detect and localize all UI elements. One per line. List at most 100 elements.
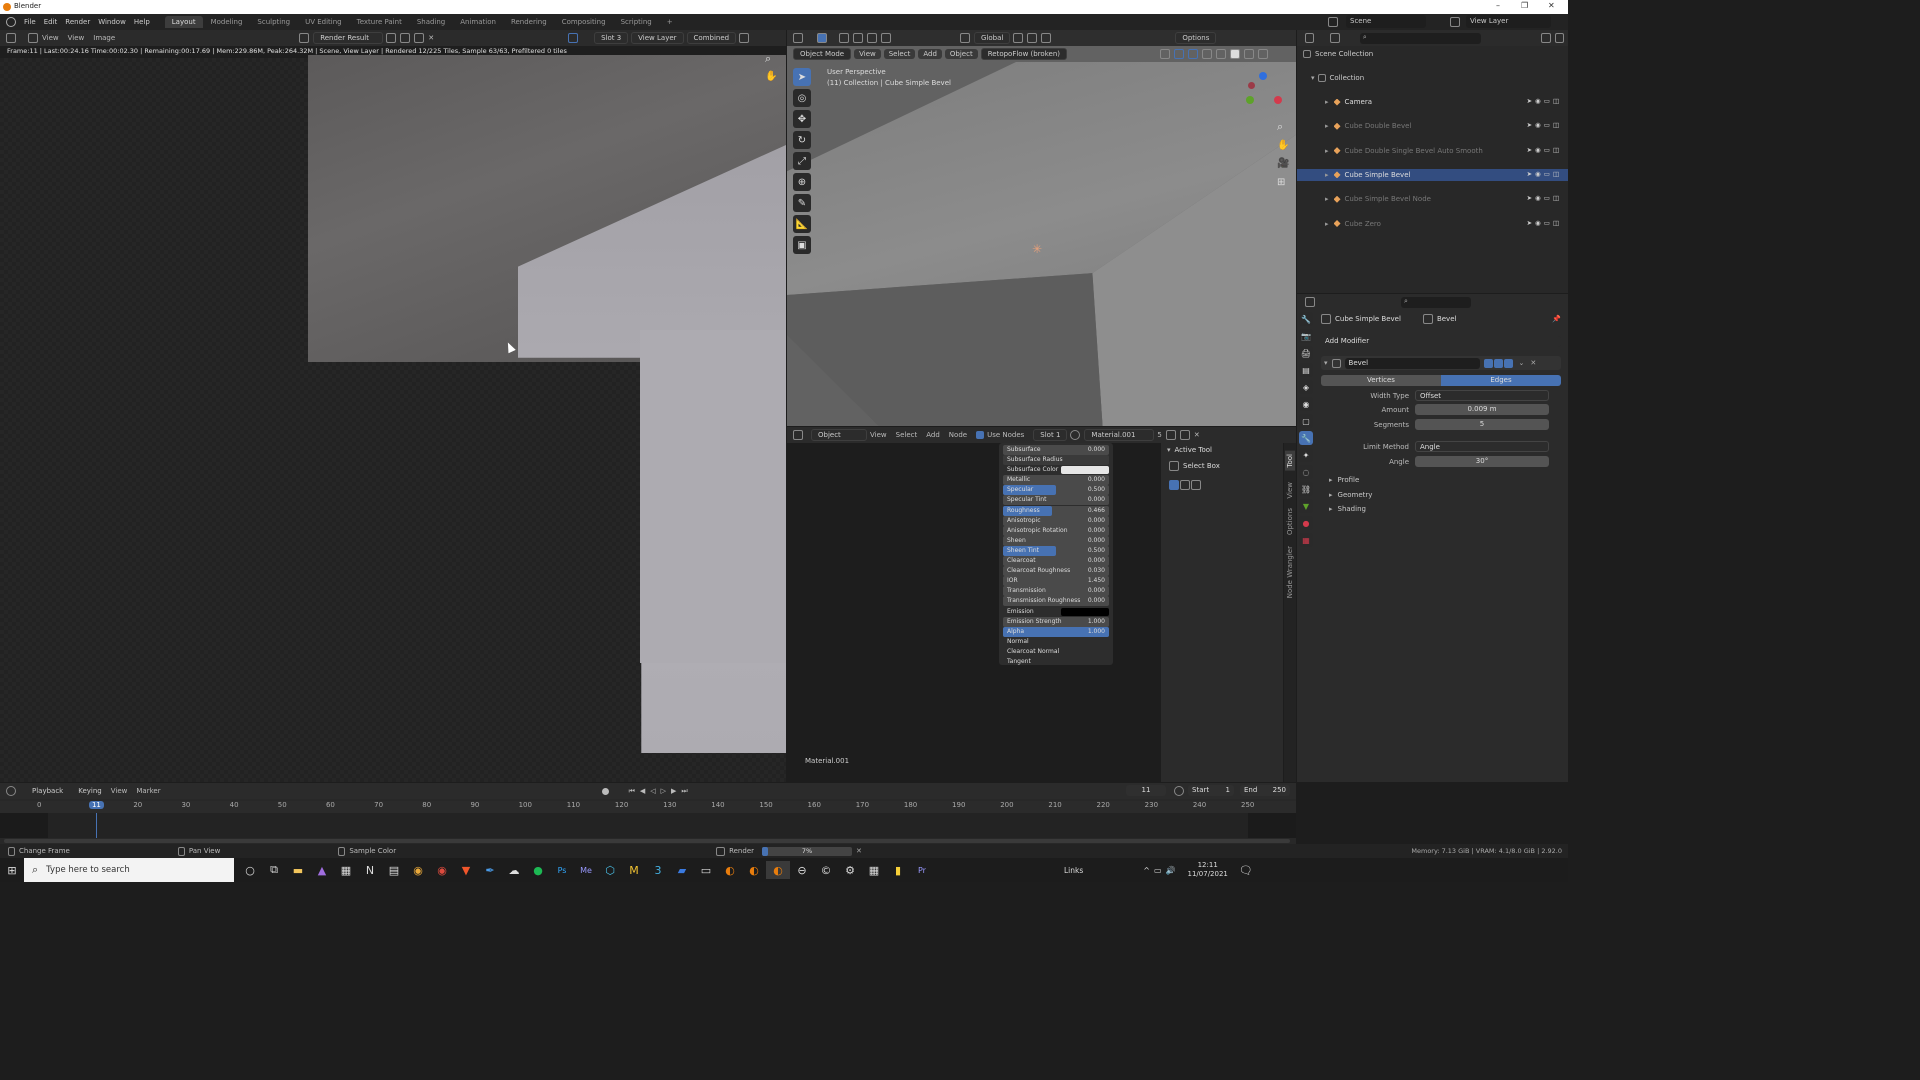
render-progress-bar[interactable]: 7% — [762, 846, 852, 856]
add-modifier-dropdown[interactable]: Add Modifier — [1321, 336, 1561, 347]
taskbar-clock[interactable]: 12:11 11/07/2021 — [1188, 861, 1228, 879]
slot-dropdown[interactable]: Slot 3 — [594, 32, 629, 44]
open-image-icon[interactable] — [414, 33, 425, 43]
add-cube-tool-icon[interactable]: ▣ — [793, 236, 811, 254]
blender-taskbar-icon[interactable]: ◐ — [718, 861, 742, 879]
unlink-icon[interactable]: ✕ — [428, 34, 434, 42]
node-prop-row[interactable]: Clearcoat Roughness 0.030 — [1003, 566, 1109, 577]
node-prop-row[interactable]: Clearcoat Normal — [1003, 647, 1109, 657]
mode-new-icon[interactable] — [839, 33, 849, 43]
app-note-icon[interactable]: ▮ — [886, 861, 910, 879]
taskbar-links[interactable]: Links — [1064, 866, 1083, 875]
viewport-menu-object[interactable]: Object — [944, 49, 978, 59]
visibility-toggle-icons[interactable]: ➤◉▭◫ — [1527, 170, 1562, 178]
menu-view-mode[interactable]: View — [42, 34, 59, 42]
move-tool-icon[interactable]: ✥ — [793, 110, 811, 128]
mode-intersect-icon[interactable] — [881, 33, 891, 43]
annotate-tool-icon[interactable]: ✎ — [793, 194, 811, 212]
select-box-tool[interactable]: Select Box — [1169, 461, 1220, 471]
visibility-toggle-icons[interactable]: ➤◉▭◫ — [1527, 121, 1562, 129]
node-prop-row[interactable]: Subsurface Radius — [1003, 455, 1109, 466]
gizmo-z-axis[interactable] — [1259, 72, 1267, 80]
app-n-icon[interactable]: N — [358, 861, 382, 879]
select-mode-new-icon[interactable] — [1169, 480, 1179, 490]
material-duplicate-icon[interactable] — [1179, 430, 1190, 440]
item-expand-icon[interactable]: ▸ — [1325, 98, 1329, 106]
item-expand-icon[interactable]: ▸ — [1325, 147, 1329, 155]
data-tab-icon[interactable]: ▼ — [1299, 499, 1313, 513]
outliner-editor-type-icon[interactable] — [1305, 33, 1315, 43]
camera-view-icon[interactable]: 🎥 — [1277, 158, 1289, 169]
proportional-icon[interactable] — [1041, 33, 1052, 43]
outliner-item[interactable]: ▸ Cube Simple Bevel Node ➤◉▭◫ — [1297, 193, 1568, 205]
item-expand-icon[interactable]: ▸ — [1325, 122, 1329, 130]
affect-edges-button[interactable]: Edges — [1441, 375, 1561, 386]
premiere-icon[interactable]: Pr — [910, 861, 934, 879]
viewport-zoom-icon[interactable]: ⌕ — [1277, 120, 1283, 134]
keying-menu[interactable]: Keying — [72, 786, 108, 796]
tweak-tool-icon[interactable]: ➤ — [793, 68, 811, 86]
scene-field[interactable]: Scene — [1346, 15, 1426, 28]
pin-icon[interactable]: 📌 — [1552, 315, 1561, 323]
node-menu-select[interactable]: Select — [896, 431, 918, 439]
calculator-icon[interactable]: ▦ — [334, 861, 358, 879]
display-channels-icon[interactable] — [739, 33, 750, 43]
world-tab-icon[interactable]: ◉ — [1299, 397, 1313, 411]
rendered-shading-icon[interactable] — [1258, 49, 1268, 59]
image-name-field[interactable]: Render Result — [313, 32, 384, 44]
app-m-icon[interactable]: M — [622, 861, 646, 879]
pivot-icon[interactable] — [1013, 33, 1024, 43]
texture-tab-icon[interactable]: ▦ — [1299, 533, 1313, 547]
menu-window[interactable]: Window — [98, 18, 126, 26]
new-image-icon[interactable] — [400, 33, 411, 43]
viewport-menu-select[interactable]: Select — [883, 49, 916, 59]
cursor-tool-icon[interactable]: ◎ — [793, 89, 811, 107]
sidebar-tab-tool[interactable]: Tool — [1285, 451, 1295, 471]
node-prop-row[interactable]: Clearcoat 0.000 — [1003, 556, 1109, 567]
width-type-dropdown[interactable]: Offset — [1415, 390, 1549, 401]
ortho-toggle-icon[interactable]: ⊞ — [1277, 177, 1285, 188]
viewer-icon[interactable] — [568, 33, 579, 43]
properties-search-input[interactable]: ⌕ — [1401, 296, 1471, 308]
node-editor-type-icon[interactable] — [793, 430, 803, 440]
tab-uv-editing[interactable]: UV Editing — [298, 16, 349, 28]
subpanel-profile[interactable]: ▸ Profile — [1329, 476, 1359, 484]
solid-shading-icon[interactable] — [1230, 49, 1240, 59]
node-prop-row[interactable]: Sheen 0.000 — [1003, 535, 1109, 546]
modifier-name-field[interactable]: Bevel — [1344, 357, 1480, 369]
transform-tool-icon[interactable]: ⊕ — [793, 173, 811, 191]
sidebar-tab-node-wrangler[interactable]: Node Wrangler — [1285, 543, 1295, 601]
modifier-menu-icon[interactable]: ⌄ — [1519, 359, 1525, 367]
timeline-ruler[interactable]: 0 11 20 30 40 50 60 70 80 90 100 110 120 130 140 150 160… — [0, 801, 1296, 813]
menu-image[interactable]: Image — [93, 34, 115, 42]
gizmo-neg-x-axis[interactable] — [1248, 82, 1255, 89]
editor-type-icon[interactable] — [6, 33, 16, 43]
blender-menu-icon[interactable] — [6, 17, 16, 27]
app-c-icon[interactable]: © — [814, 861, 838, 879]
pass-dropdown[interactable]: Combined — [686, 32, 737, 44]
physics-tab-icon[interactable]: ◌ — [1299, 465, 1313, 479]
tab-rendering[interactable]: Rendering — [504, 16, 554, 28]
view-layer-field[interactable]: View Layer — [1466, 15, 1551, 28]
visibility-toggle-icons[interactable]: ➤◉▭◫ — [1527, 219, 1562, 227]
visibility-toggle-icons[interactable]: ➤◉▭◫ — [1527, 194, 1562, 202]
object-mode-dropdown[interactable]: Object Mode — [793, 48, 852, 60]
select-tool-icon[interactable] — [817, 33, 827, 43]
file-explorer-icon[interactable]: ▬ — [286, 861, 310, 879]
pan-hand-icon[interactable]: ✋ — [765, 71, 777, 82]
preview-range-icon[interactable] — [1174, 786, 1184, 796]
timeline-menu-marker[interactable]: Marker — [136, 787, 160, 795]
output-tab-icon[interactable]: 🖨 — [1299, 346, 1313, 360]
node-prop-row[interactable]: Tangent — [1003, 657, 1109, 667]
app-pin-icon[interactable]: ▤ — [382, 861, 406, 879]
view-layer-icon[interactable] — [1450, 17, 1460, 27]
use-nodes-checkbox[interactable] — [976, 431, 985, 439]
view-layer-dropdown[interactable]: View Layer — [631, 32, 684, 44]
scene-icon[interactable] — [1328, 17, 1338, 27]
node-prop-row[interactable]: Subsurface Color — [1003, 465, 1109, 475]
affinity-icon[interactable]: ▲ — [310, 861, 334, 879]
maximize-icon[interactable]: ❐ — [1521, 1, 1528, 10]
close-icon[interactable]: ✕ — [1548, 1, 1555, 10]
orientation-dropdown[interactable]: Global — [974, 32, 1011, 44]
node-menu-view[interactable]: View — [870, 431, 887, 439]
